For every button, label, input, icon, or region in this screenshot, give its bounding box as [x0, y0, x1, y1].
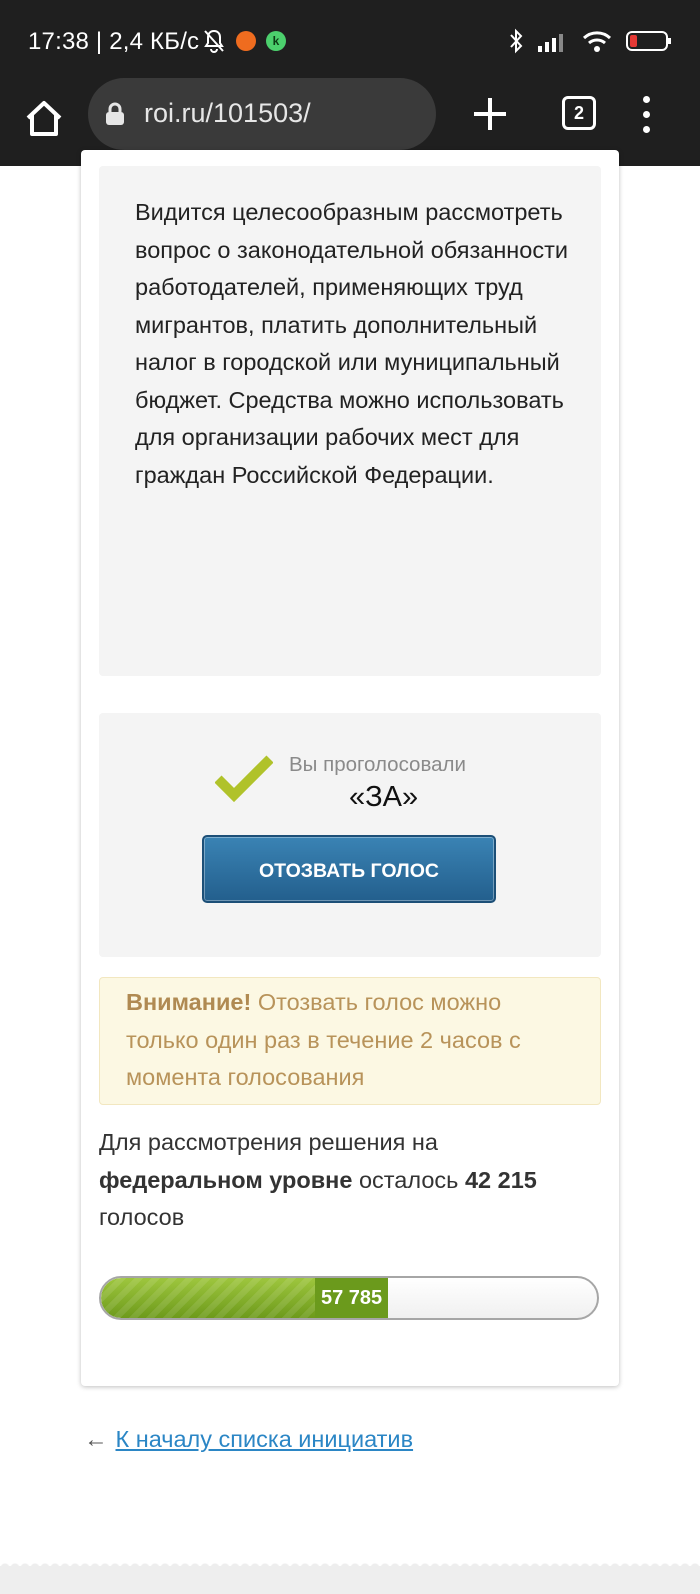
battery-icon: [626, 31, 671, 51]
footer-strip: [0, 1566, 700, 1594]
status-bar: 17:38 | 2,4 КБ/с k: [0, 0, 700, 88]
remaining-level: федеральном уровне: [99, 1166, 353, 1193]
initiative-card: Видится целесообразным рассмотреть вопро…: [81, 150, 619, 1386]
app-notification-k-icon: k: [266, 31, 286, 51]
initiative-description: Видится целесообразным рассмотреть вопро…: [135, 199, 568, 488]
bluetooth-icon: [510, 28, 523, 54]
voted-value: «ЗА»: [349, 781, 419, 813]
back-arrow-icon: ←: [84, 1426, 108, 1452]
new-tab-icon[interactable]: [470, 94, 510, 134]
vote-status-box: Вы проголосовали «ЗА» ОТОЗВАТЬ ГОЛОС: [99, 713, 601, 957]
status-notifications: k: [202, 28, 286, 54]
app-notification-icon: [236, 31, 256, 51]
tab-switcher-button[interactable]: 2: [562, 96, 596, 130]
votes-progress-bar: 57 785: [99, 1276, 599, 1320]
address-bar[interactable]: roi.ru/101503/: [88, 78, 436, 150]
remaining-prefix: Для рассмотрения решения на: [99, 1129, 438, 1155]
remaining-votes-text: Для рассмотрения решения на федеральном …: [99, 1124, 599, 1237]
back-to-list-link[interactable]: К началу списка инициатив: [116, 1426, 414, 1452]
url-text: roi.ru/101503/: [144, 98, 311, 128]
progress-value: 57 785: [315, 1278, 389, 1318]
remaining-middle: осталось: [352, 1166, 465, 1193]
status-time: 17:38 | 2,4 КБ/с: [28, 28, 200, 55]
home-icon[interactable]: [22, 96, 66, 140]
warning-title: Внимание!: [126, 989, 252, 1015]
remaining-suffix: голосов: [99, 1204, 185, 1230]
status-system-icons: [508, 28, 672, 54]
remaining-count: 42 215: [464, 1166, 537, 1193]
more-menu-icon[interactable]: [640, 96, 652, 136]
signal-icon: [538, 34, 563, 52]
wifi-icon: [582, 31, 612, 52]
lock-icon: [106, 102, 124, 125]
bell-off-icon: [204, 29, 224, 53]
warning-alert: Внимание! Отозвать голос можно только од…: [99, 977, 601, 1105]
checkmark-icon: [215, 755, 273, 803]
initiative-description-box: Видится целесообразным рассмотреть вопро…: [99, 166, 601, 676]
warning-message: Внимание! Отозвать голос можно только од…: [126, 984, 576, 1097]
back-navigation: ← К началу списка инициатив: [84, 1426, 413, 1453]
revoke-vote-button[interactable]: ОТОЗВАТЬ ГОЛОС: [202, 835, 496, 903]
voted-label: Вы проголосовали: [289, 753, 466, 776]
